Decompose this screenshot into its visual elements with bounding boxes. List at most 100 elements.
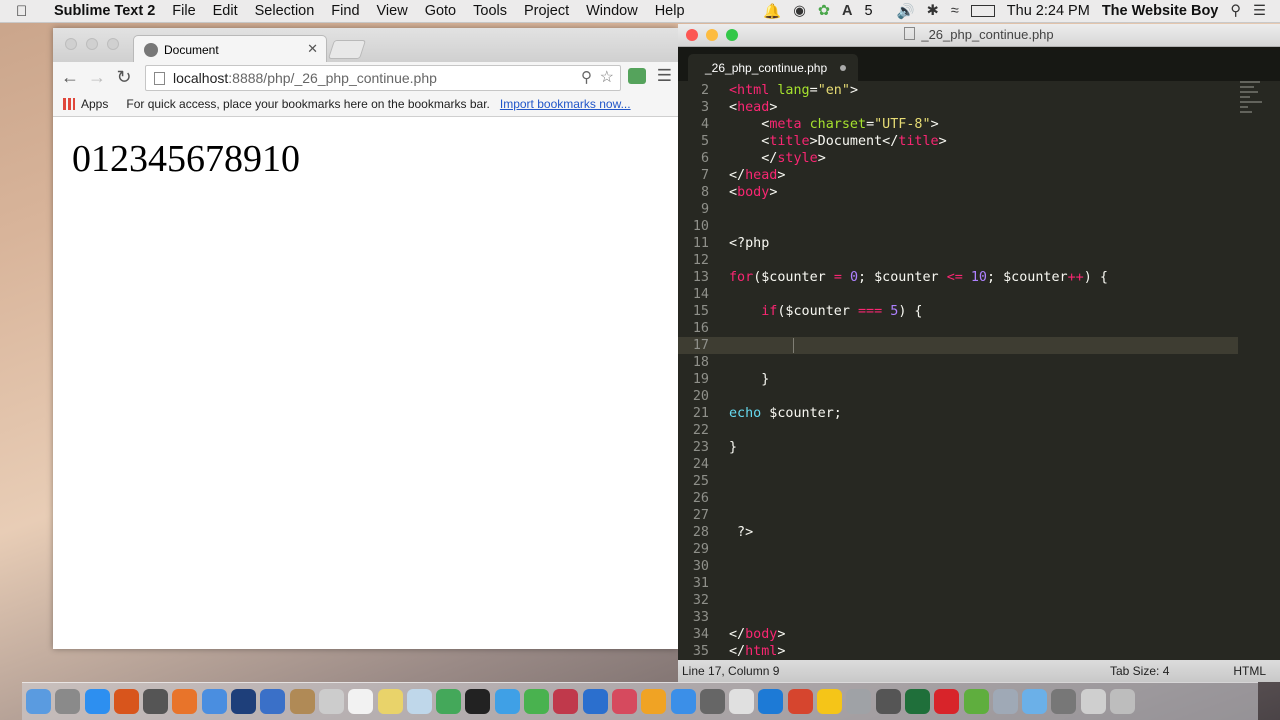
dock-app-icon[interactable] [406,689,432,714]
adobe-status[interactable]: A5 [842,3,885,19]
dock-app-icon[interactable] [758,689,784,714]
dock-app-icon[interactable] [817,689,843,714]
menu-selection[interactable]: Selection [255,3,315,19]
dock-app-icon[interactable] [1109,689,1135,714]
dock-app-icon[interactable] [201,689,227,714]
zoom-window-button[interactable] [107,38,119,50]
apps-shortcut[interactable]: Apps [81,97,108,111]
address-bar[interactable]: localhost:8888/php/_26_php_continue.php … [145,65,621,91]
dock-app-icon[interactable] [377,689,403,714]
dock-app-icon[interactable] [670,689,696,714]
tab-size-selector[interactable]: Tab Size: 4 [1110,660,1169,682]
chrome-menu-icon[interactable]: ☰ [657,66,672,86]
dock-app-icon[interactable] [55,689,81,714]
clock[interactable]: Thu 2:24 PM [1007,3,1090,19]
code-line[interactable]: 31 [678,575,1238,592]
code-line[interactable]: 25 [678,473,1238,490]
dock-app-icon[interactable] [260,689,286,714]
code-line[interactable]: 6 </style> [678,150,1238,167]
dock-app-icon[interactable] [934,689,960,714]
dock-app-icon[interactable] [553,689,579,714]
bluetooth-icon[interactable]: ✱ [927,3,939,19]
dock-app-icon[interactable] [787,689,813,714]
unsaved-dot-icon[interactable] [840,65,846,71]
import-bookmarks-link[interactable]: Import bookmarks now... [500,97,631,111]
dock-app-icon[interactable] [436,689,462,714]
menu-find[interactable]: Find [331,3,359,19]
code-line[interactable]: 20 [678,388,1238,405]
code-line[interactable]: 23} [678,439,1238,456]
apps-grid-icon[interactable] [63,98,75,110]
extension-icon[interactable] [628,68,646,84]
menu-app-name[interactable]: Sublime Text 2 [54,3,155,19]
dock-app-icon[interactable] [172,689,198,714]
dock-app-icon[interactable] [846,689,872,714]
code-line[interactable]: 16 [678,320,1238,337]
record-icon[interactable]: ◉ [793,3,806,19]
code-line[interactable]: 32 [678,592,1238,609]
code-line[interactable]: 15 if($counter === 5) { [678,303,1238,320]
menu-goto[interactable]: Goto [425,3,456,19]
bookmark-star-icon[interactable]: ☆ [600,67,614,87]
back-arrow-icon[interactable]: ← [60,67,80,88]
code-line[interactable]: 35 </html> [678,643,1238,660]
code-line[interactable]: 28 ?> [678,524,1238,541]
dock-app-icon[interactable] [318,689,344,714]
editor-file-tab[interactable]: _26_php_continue.php [688,54,858,81]
code-line[interactable]: 34 </body> [678,626,1238,643]
dock-app-icon[interactable] [494,689,520,714]
code-line[interactable]: 9 [678,201,1238,218]
menu-tools[interactable]: Tools [473,3,507,19]
dock-app-icon[interactable] [582,689,608,714]
code-line[interactable]: 24 [678,456,1238,473]
volume-icon[interactable]: 🔊 [897,3,915,20]
dock-app-icon[interactable] [289,689,315,714]
close-tab-icon[interactable]: ✕ [307,41,318,57]
editor-zoom-button[interactable] [726,29,738,41]
code-line[interactable]: 7 </head> [678,167,1238,184]
dock-app-icon[interactable] [963,689,989,714]
dock-app-icon[interactable] [143,689,169,714]
editor-close-button[interactable] [686,29,698,41]
leaf-icon[interactable]: ✿ [818,3,830,19]
dock-app-icon[interactable] [84,689,110,714]
new-tab-button[interactable] [327,40,367,59]
code-line[interactable]: 10 [678,218,1238,235]
apple-menu-icon[interactable]:  [16,3,38,20]
dock-app-icon[interactable] [699,689,725,714]
code-line[interactable]: 21 echo $counter; [678,405,1238,422]
minimap[interactable] [1240,81,1272,161]
spotlight-icon[interactable]: ⚲ [1230,3,1241,19]
forward-arrow-icon[interactable]: → [87,67,107,88]
menu-window[interactable]: Window [586,3,638,19]
dock-app-icon[interactable] [1022,689,1048,714]
battery-icon[interactable] [970,5,995,17]
notification-center-icon[interactable]: ☰ [1253,3,1266,19]
code-line[interactable]: 22 [678,422,1238,439]
editor-minimize-button[interactable] [706,29,718,41]
menu-file[interactable]: File [172,3,195,19]
code-line[interactable]: 19 } [678,371,1238,388]
code-line[interactable]: 12 [678,252,1238,269]
dock-app-icon[interactable] [904,689,930,714]
dock-app-icon[interactable] [729,689,755,714]
menu-view[interactable]: View [377,3,408,19]
wifi-icon[interactable]: ≈ [951,3,959,19]
code-line[interactable]: 26 [678,490,1238,507]
dock-app-icon[interactable] [1051,689,1077,714]
code-line[interactable]: 11 <?php [678,235,1238,252]
code-line[interactable]: 14 [678,286,1238,303]
dock-app-icon[interactable] [26,689,51,714]
syntax-selector[interactable]: HTML [1233,660,1266,682]
minimize-window-button[interactable] [86,38,98,50]
code-line[interactable]: 27 [678,507,1238,524]
reload-icon[interactable]: ↻ [114,67,134,88]
dock-app-icon[interactable] [992,689,1018,714]
browser-tab[interactable]: Document ✕ [133,35,327,63]
menu-help[interactable]: Help [655,3,685,19]
dock-app-icon[interactable] [1080,689,1106,714]
code-editor[interactable]: 2 <html lang="en"> 3 <head> 4 <meta charset=… [678,81,1280,661]
code-line[interactable]: 4 <meta charset="UTF-8"> [678,116,1238,133]
dock-app-icon[interactable] [875,689,901,714]
code-line[interactable]: 33 [678,609,1238,626]
